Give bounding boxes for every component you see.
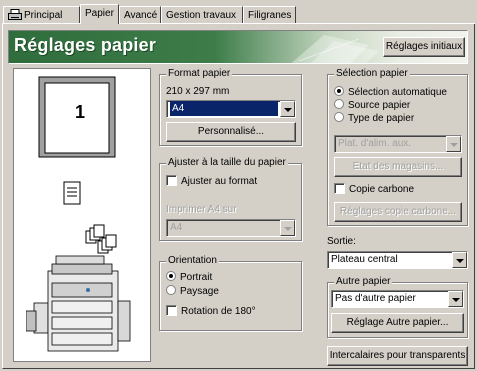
other-paper-group-label: Autre papier [334, 276, 393, 288]
radio-button[interactable] [166, 271, 176, 281]
preview-panel: 1 [13, 68, 151, 362]
orientation-group-label: Orientation [166, 255, 219, 267]
tab-avance[interactable]: Avancé [119, 6, 161, 23]
tray-status-button[interactable]: Etat des magasins... [334, 157, 462, 177]
portrait-radio[interactable]: Portrait [166, 271, 212, 284]
paper-selection-group-label: Sélection papier [334, 68, 410, 80]
print-on-select[interactable]: A4 [166, 219, 296, 237]
output-select[interactable]: Plateau central [327, 251, 468, 269]
tab-papier[interactable]: Papier [80, 4, 119, 24]
output-label: Sortie: [327, 236, 356, 247]
chevron-down-icon[interactable] [446, 136, 461, 152]
transparency-inserts-button[interactable]: Intercalaires pour transparents [327, 346, 468, 366]
paper-dimensions: 210 x 297 mm [166, 86, 230, 97]
chevron-down-icon[interactable] [448, 291, 463, 307]
radio-button[interactable] [334, 86, 344, 96]
tray-select[interactable]: Plat. d'alim. aux. [334, 135, 462, 153]
radio-button[interactable] [166, 285, 176, 295]
radio-button[interactable] [334, 99, 344, 109]
other-paper-select[interactable]: Pas d'autre papier [331, 290, 464, 308]
reset-defaults-button[interactable]: Réglages initiaux [383, 37, 465, 57]
landscape-radio[interactable]: Paysage [166, 285, 219, 298]
checkbox-box[interactable] [334, 183, 345, 194]
other-paper-settings-button[interactable]: Réglage Autre papier... [331, 313, 464, 333]
auto-selection-radio[interactable]: Sélection automatique [334, 86, 447, 99]
carbon-copy-checkbox[interactable]: Copie carbone [334, 183, 414, 196]
chevron-down-icon[interactable] [280, 101, 295, 117]
paper-source-radio[interactable]: Source papier [334, 99, 410, 112]
radio-button[interactable] [334, 112, 344, 122]
rotate-180-checkbox[interactable]: Rotation de 180° [166, 305, 256, 318]
chevron-down-icon[interactable] [280, 220, 295, 236]
chevron-down-icon[interactable] [452, 252, 467, 268]
custom-size-button[interactable]: Personnalisé... [166, 122, 296, 142]
tab-principal[interactable]: Principal [3, 6, 80, 23]
paper-format-group-label: Format papier [166, 68, 233, 80]
tab-gestion-travaux[interactable]: Gestion travaux [161, 6, 243, 23]
tab-filigranes[interactable]: Filigranes [243, 6, 296, 23]
header-banner: Réglages papier Réglages initiaux [8, 30, 468, 64]
page-title: Réglages papier [14, 35, 157, 55]
paper-format-select[interactable]: A4 [166, 100, 296, 118]
fit-to-page-group-label: Ajuster à la taille du papier [166, 157, 288, 169]
fit-to-page-checkbox[interactable]: Ajuster au format [166, 175, 257, 188]
print-on-label: Imprimer A4 sur [166, 204, 237, 215]
checkbox-box[interactable] [166, 175, 177, 186]
preview-page-number: 1 [75, 102, 86, 122]
carbon-copy-settings-button[interactable]: Réglages copie carbone... [334, 202, 462, 222]
checkbox-box[interactable] [166, 305, 177, 316]
paper-type-radio[interactable]: Type de papier [334, 112, 414, 125]
banner-decoration-icon [291, 35, 379, 63]
